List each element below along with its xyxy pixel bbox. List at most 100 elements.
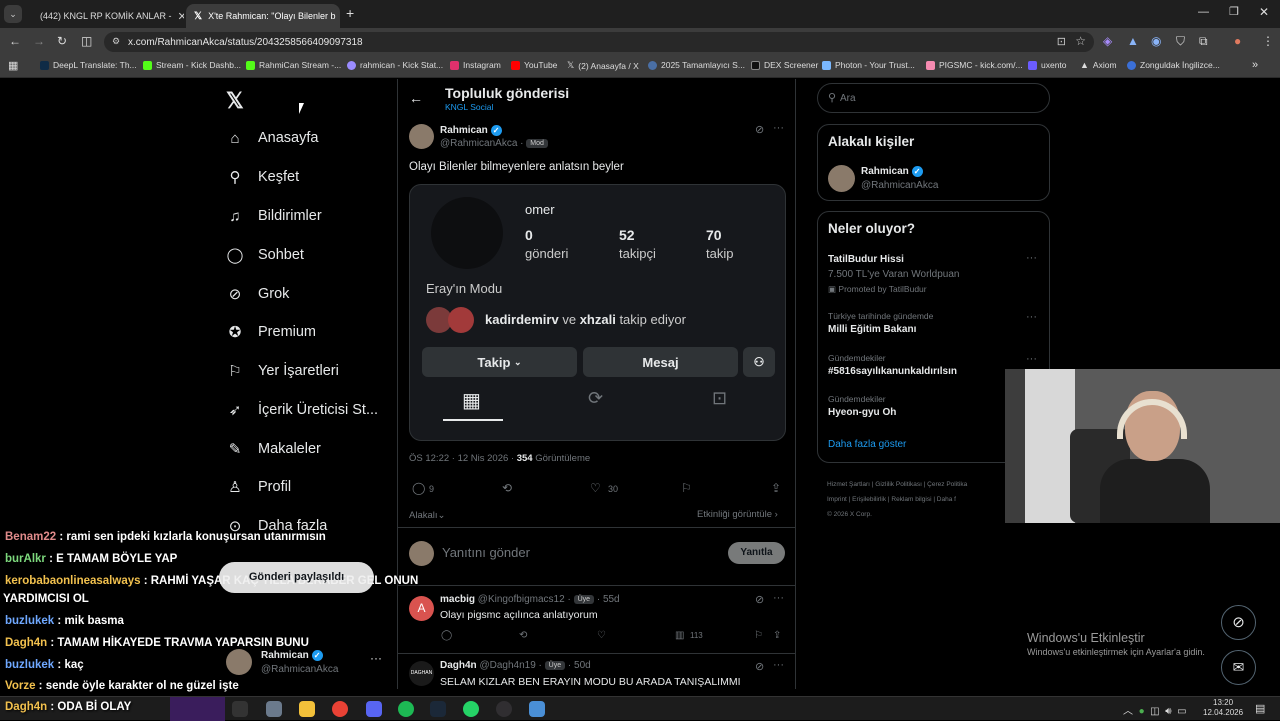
chevron-up-icon[interactable]: ︿ xyxy=(1123,706,1133,717)
sidebar-item-premium[interactable]: ✪ Premium xyxy=(226,323,316,341)
messages-floating-button[interactable]: ✉ xyxy=(1221,650,1256,685)
taskbar-app-icon[interactable] xyxy=(529,701,545,717)
bookmark[interactable]: RahmiCan Stream -... xyxy=(246,60,341,70)
bookmark[interactable]: DeepL Translate: Th... xyxy=(40,60,137,70)
x-logo-icon[interactable]: 𝕏 xyxy=(226,88,244,114)
shield-icon[interactable]: ⛉ xyxy=(1176,34,1185,49)
sidebar-item-profile[interactable]: ♙ Profil xyxy=(226,478,291,496)
post-timestamp[interactable]: ÖS 12:22 · 12 Nis 2026 · xyxy=(409,453,514,464)
restore-icon[interactable]: ❐ xyxy=(1229,5,1239,18)
more-options-icon[interactable]: ··· xyxy=(1026,353,1037,365)
grok-floating-button[interactable]: ⊘ xyxy=(1221,605,1256,640)
grok-icon[interactable]: ⊘ xyxy=(755,593,764,606)
community-link[interactable]: KNGL Social xyxy=(445,102,493,112)
share-icon[interactable]: ⇪ xyxy=(771,481,781,495)
sidebar-item-home[interactable]: ⌂ Anasayfa xyxy=(226,129,318,147)
related-handle[interactable]: @RahmicanAkca xyxy=(861,180,938,191)
bookmark[interactable]: Zonguldak İngilizce... xyxy=(1127,60,1220,70)
share-icon[interactable]: ⇪ xyxy=(773,630,781,641)
minimize-icon[interactable]: — xyxy=(1198,6,1209,18)
notification-icon[interactable]: ▤ xyxy=(1255,702,1265,715)
view-activity-link[interactable]: Etkinliği görüntüle › xyxy=(697,509,778,520)
more-bookmarks-icon[interactable]: » xyxy=(1252,59,1258,71)
bookmark[interactable]: DEX Screener xyxy=(751,60,818,70)
reply-item[interactable]: DAGHAN Dagh4n @Dagh4n19 · Üye · 50d ⊘ ··… xyxy=(398,654,795,689)
extension-icon-1[interactable]: ◈ xyxy=(1103,34,1112,48)
bookmark[interactable]: Instagram xyxy=(450,60,501,70)
sidebar-item-chat[interactable]: ◯ Sohbet xyxy=(226,246,304,264)
reply-author[interactable]: Dagh4n xyxy=(440,660,477,671)
battery-icon[interactable]: ▭ xyxy=(1177,706,1186,717)
author-name[interactable]: Rahmican xyxy=(440,125,488,136)
spotify-icon[interactable] xyxy=(398,701,414,717)
repost-icon[interactable]: ⟲ xyxy=(519,630,527,641)
reload-icon[interactable]: ↻ xyxy=(57,34,67,48)
tab-search-button[interactable]: ⌄ xyxy=(4,5,22,23)
steam-icon[interactable] xyxy=(430,701,446,717)
volume-icon[interactable]: 🔊︎ xyxy=(1165,706,1171,717)
sidebar-item-notifications[interactable]: ♫ Bildirimler xyxy=(226,207,321,225)
back-icon[interactable]: ← xyxy=(9,34,21,48)
bookmark-icon[interactable]: ⚐ xyxy=(681,481,692,495)
extension-icon-2[interactable]: ▲ xyxy=(1127,34,1139,48)
file-explorer-icon[interactable] xyxy=(299,701,315,717)
reply-icon[interactable]: ◯ xyxy=(441,630,452,641)
clock[interactable]: 13:20 12.04.2026 xyxy=(1203,698,1243,718)
profile-card-image[interactable]: omer 0 gönderi 52 takipçi 70 takip Eray'… xyxy=(409,184,786,441)
reply-sort-dropdown[interactable]: Alakalı⌄ xyxy=(409,510,445,521)
avatar[interactable] xyxy=(409,124,434,149)
reply-input[interactable]: Yanıtını gönder xyxy=(442,545,712,560)
trend-item[interactable]: TatilBudur Hissi 7.500 TL'ye Varan World… xyxy=(818,252,1049,298)
reply-button[interactable]: Yanıtla xyxy=(728,542,785,564)
like-icon[interactable]: ♡ xyxy=(597,630,606,641)
footer-links[interactable]: Hizmet Şartları | Gizlilik Politikası | … xyxy=(827,477,967,522)
forward-icon[interactable]: → xyxy=(33,34,45,48)
tray-app-icon[interactable]: ● xyxy=(1139,706,1145,717)
reply-author[interactable]: macbig xyxy=(440,594,475,605)
sidebar-item-explore[interactable]: ⚲ Keşfet xyxy=(226,168,300,186)
address-bar[interactable]: ⚙ x.com/RahmicanAkca/status/204325856640… xyxy=(104,32,1094,52)
bookmark[interactable]: ▲ Axiom xyxy=(1080,60,1117,70)
window-close-icon[interactable]: ✕ xyxy=(1259,5,1269,19)
chrome-icon[interactable] xyxy=(332,701,348,717)
site-info-icon[interactable]: ⚙ xyxy=(112,36,120,47)
new-tab-button[interactable]: + xyxy=(346,5,354,21)
more-options-icon[interactable]: ··· xyxy=(773,592,784,604)
task-view-icon[interactable] xyxy=(232,701,248,717)
search-input[interactable]: ⚲ Ara xyxy=(817,83,1050,113)
extension-icon-3[interactable]: ◉ xyxy=(1151,34,1161,48)
profile-avatar-icon[interactable]: ● xyxy=(1234,34,1241,48)
whatsapp-icon[interactable] xyxy=(463,701,479,717)
tab-x-post[interactable]: 𝕏 X'te Rahmican: "Olayı Bilenler b ✕ xyxy=(186,4,340,28)
reply-item[interactable]: A macbig @Kingofbigmacs12 · Üye · 55d ⊘ … xyxy=(398,586,795,653)
reply-handle[interactable]: @Dagh4n19 xyxy=(479,660,535,671)
close-tab-icon[interactable]: ✕ xyxy=(178,10,184,23)
trend-item[interactable]: Türkiye tarihinde gündemde Milli Eğitim … xyxy=(818,311,1049,341)
install-icon[interactable]: ⊡ xyxy=(1057,35,1066,48)
bookmark[interactable]: uxento xyxy=(1028,60,1067,70)
grok-icon[interactable]: ⊘ xyxy=(755,123,764,136)
bookmark[interactable]: Stream - Kick Dashb... xyxy=(143,60,241,70)
avatar[interactable] xyxy=(828,165,855,192)
network-icon[interactable]: ◫ xyxy=(1150,706,1159,717)
related-name[interactable]: Rahmican xyxy=(861,166,909,177)
more-options-icon[interactable]: ··· xyxy=(1026,311,1037,323)
reply-icon[interactable]: ◯ xyxy=(412,481,425,495)
bookmark[interactable]: 2025 Tamamlayıcı S... xyxy=(648,60,745,70)
more-options-icon[interactable]: ··· xyxy=(1026,252,1037,264)
reply-handle[interactable]: @Kingofbigmacs12 xyxy=(478,594,565,605)
apps-icon[interactable]: ▦ xyxy=(8,59,18,72)
back-arrow-icon[interactable]: ← xyxy=(409,90,423,106)
bookmark[interactable]: rahmican - Kick Stat... xyxy=(347,60,443,70)
puzzle-icon[interactable]: ⧉ xyxy=(1199,34,1208,49)
author-handle[interactable]: @RahmicanAkca xyxy=(440,138,517,149)
show-more-link[interactable]: Daha fazla göster xyxy=(828,439,906,450)
like-icon[interactable]: ♡ xyxy=(590,481,601,495)
grok-icon[interactable]: ⊘ xyxy=(755,660,764,673)
discord-icon[interactable] xyxy=(366,701,382,717)
more-options-icon[interactable]: ··· xyxy=(773,122,784,134)
sidebar-item-creator-studio[interactable]: ➶ İçerik Üreticisi St... xyxy=(226,401,378,419)
bookmark[interactable]: PIGSMC - kick.com/... xyxy=(926,60,1023,70)
bookmark[interactable]: Photon - Your Trust... xyxy=(822,60,915,70)
obs-icon[interactable] xyxy=(496,701,512,717)
